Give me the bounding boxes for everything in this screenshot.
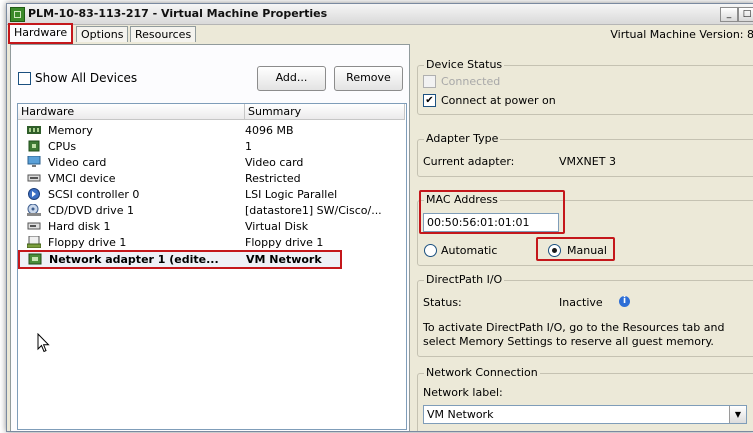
- directpath-io-title: DirectPath I/O: [424, 273, 505, 286]
- current-adapter-label: Current adapter:: [423, 155, 515, 168]
- table-row[interactable]: CD/DVD drive 1 [datastore1] SW/Cisco/...: [18, 203, 388, 218]
- tab-resources[interactable]: Resources: [130, 26, 197, 42]
- row-summary: Video card: [245, 156, 304, 169]
- network-connection-group: Network Connection Network label: VM Net…: [417, 366, 753, 431]
- row-summary: 4096 MB: [245, 124, 294, 137]
- maximize-button[interactable]: □: [738, 7, 753, 22]
- row-name: Floppy drive 1: [48, 236, 127, 249]
- table-row[interactable]: Floppy drive 1 Floppy drive 1: [18, 235, 388, 250]
- device-status-title: Device Status: [424, 58, 505, 71]
- device-status-group: Device Status Connected ✔ Connect at pow…: [417, 58, 753, 115]
- monitor-icon: [27, 156, 41, 167]
- adapter-type-title: Adapter Type: [424, 132, 501, 145]
- row-name: SCSI controller 0: [48, 188, 140, 201]
- add-button[interactable]: Add...: [257, 66, 326, 91]
- hard-disk-icon: [27, 222, 41, 230]
- row-summary: VM Network: [246, 253, 322, 266]
- show-all-devices-label: Show All Devices: [35, 71, 138, 85]
- automatic-label: Automatic: [441, 244, 498, 257]
- title-bar[interactable]: PLM-10-83-113-217 - Virtual Machine Prop…: [7, 4, 753, 25]
- directpath-io-group: DirectPath I/O Status: Inactive i To act…: [417, 273, 753, 357]
- network-label-select[interactable]: VM Network ▼: [423, 405, 747, 424]
- row-name: Network adapter 1 (edite...: [49, 253, 219, 266]
- column-header-summary[interactable]: Summary: [245, 104, 405, 120]
- window-title: PLM-10-83-113-217 - Virtual Machine Prop…: [28, 7, 328, 20]
- mac-address-highlight: [419, 190, 565, 234]
- row-summary: [datastore1] SW/Cisco/...: [245, 204, 382, 217]
- remove-button[interactable]: Remove: [334, 66, 403, 91]
- column-header-hardware[interactable]: Hardware: [18, 104, 245, 120]
- table-row[interactable]: Video card Video card: [18, 155, 388, 170]
- connect-at-power-on-label: Connect at power on: [441, 94, 556, 107]
- adapter-type-group: Adapter Type Current adapter: VMXNET 3: [417, 132, 753, 177]
- hardware-panel: Show All Devices Add... Remove Hardware …: [10, 44, 410, 431]
- cd-drive-icon: [27, 204, 41, 216]
- row-name: Memory: [48, 124, 93, 137]
- device-properties-panel: Device Status Connected ✔ Connect at pow…: [411, 44, 753, 431]
- table-row[interactable]: SCSI controller 0 LSI Logic Parallel: [18, 187, 388, 202]
- vm-app-icon: [10, 7, 25, 22]
- vm-version-label: Virtual Machine Version: 8: [610, 28, 753, 41]
- connected-checkbox[interactable]: [423, 75, 436, 88]
- automatic-radio[interactable]: [424, 244, 437, 257]
- tab-options[interactable]: Options: [76, 26, 129, 42]
- row-summary: 1: [245, 140, 252, 153]
- cpu-icon: [28, 140, 40, 152]
- connected-label: Connected: [441, 75, 501, 88]
- tab-strip: Hardware Options Resources Virtual Machi…: [7, 23, 753, 44]
- row-name: CPUs: [48, 140, 77, 153]
- row-summary: LSI Logic Parallel: [245, 188, 338, 201]
- directpath-status-label: Status:: [423, 296, 462, 309]
- vm-properties-window: PLM-10-83-113-217 - Virtual Machine Prop…: [6, 3, 753, 432]
- current-adapter-value: VMXNET 3: [559, 155, 616, 168]
- floppy-icon: [27, 236, 41, 248]
- show-all-devices-checkbox[interactable]: [18, 72, 31, 85]
- vmci-device-icon: [27, 174, 41, 182]
- row-name: CD/DVD drive 1: [48, 204, 134, 217]
- manual-radio-highlight: [536, 237, 615, 261]
- table-row[interactable]: Hard disk 1 Virtual Disk: [18, 219, 388, 234]
- row-summary: Floppy drive 1: [245, 236, 324, 249]
- connect-at-power-on-checkbox[interactable]: ✔: [423, 94, 436, 107]
- network-adapter-icon: [28, 253, 42, 265]
- row-name: Hard disk 1: [48, 220, 111, 233]
- mouse-pointer-icon: [37, 333, 50, 353]
- network-connection-title: Network Connection: [424, 366, 540, 379]
- row-summary: Restricted: [245, 172, 301, 185]
- table-row[interactable]: VMCI device Restricted: [18, 171, 388, 186]
- hardware-table: Hardware Summary Memory 4096 MB CPUs 1 V…: [17, 103, 407, 430]
- directpath-status-value: Inactive: [559, 296, 603, 309]
- table-row-selected[interactable]: Network adapter 1 (edite... VM Network: [18, 250, 342, 269]
- scsi-controller-icon: [28, 188, 40, 200]
- table-row[interactable]: Memory 4096 MB: [18, 123, 388, 138]
- tab-hardware[interactable]: Hardware: [7, 23, 74, 44]
- minimize-button[interactable]: _: [720, 7, 738, 22]
- directpath-note-line1: To activate DirectPath I/O, go to the Re…: [423, 321, 725, 334]
- row-summary: Virtual Disk: [245, 220, 309, 233]
- row-name: VMCI device: [48, 172, 116, 185]
- table-row[interactable]: CPUs 1: [18, 139, 388, 154]
- info-icon[interactable]: i: [619, 296, 630, 307]
- directpath-note-line2: select Memory Settings to reserve all gu…: [423, 335, 714, 348]
- network-label-caption: Network label:: [423, 386, 503, 399]
- row-name: Video card: [48, 156, 107, 169]
- network-label-value: VM Network: [427, 408, 494, 421]
- chevron-down-icon[interactable]: ▼: [729, 406, 746, 423]
- memory-icon: [27, 126, 41, 134]
